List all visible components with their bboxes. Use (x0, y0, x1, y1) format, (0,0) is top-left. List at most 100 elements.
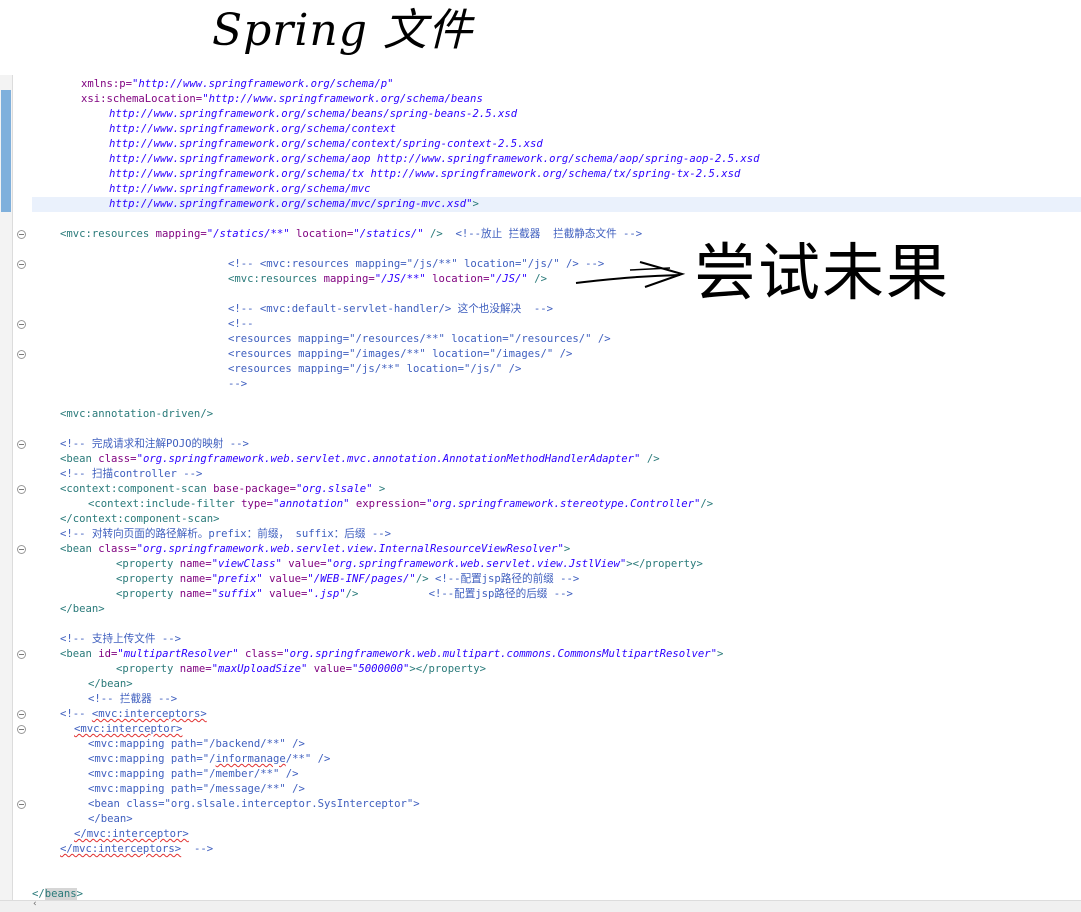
horizontal-scrollbar[interactable]: ‹ (0, 899, 1081, 912)
code-line[interactable]: http://www.springframework.org/schema/ao… (32, 152, 1081, 167)
code-line[interactable]: <bean id="multipartResolver" class="org.… (32, 647, 1081, 662)
code-line[interactable]: <context:include-filter type="annotation… (32, 497, 1081, 512)
code-token: http://www.springframework.org/schema/co… (109, 138, 543, 150)
code-token: mapping= (155, 228, 207, 240)
code-line[interactable] (32, 872, 1081, 887)
code-line[interactable]: <bean class="org.springframework.web.ser… (32, 542, 1081, 557)
code-token: <!--放止 拦截器 拦截静态文件 --> (455, 228, 643, 240)
code-token: http://www.springframework.org/schema/tx… (109, 168, 741, 180)
code-token: <bean (60, 453, 99, 465)
code-line[interactable]: <mvc:annotation-driven/> (32, 407, 1081, 422)
ruler-selection-marker (1, 90, 11, 212)
code-line[interactable]: <resources mapping="/js/**" location="/j… (32, 362, 1081, 377)
code-line[interactable]: <mvc:interceptor> (32, 722, 1081, 737)
code-line[interactable]: http://www.springframework.org/schema/mv… (32, 182, 1081, 197)
code-line[interactable] (32, 287, 1081, 302)
code-token: location= (432, 273, 490, 285)
fold-toggle-icon[interactable] (17, 650, 26, 659)
code-line[interactable]: <!-- <mvc:interceptors> (32, 707, 1081, 722)
code-line[interactable]: <mvc:mapping path="/message/**" /> (32, 782, 1081, 797)
code-token: <!-- <mvc:default-servlet-handler/> 这个也没… (228, 303, 554, 315)
code-token: class= (98, 543, 137, 555)
fold-toggle-icon[interactable] (17, 230, 26, 239)
code-line[interactable]: <!-- 支持上传文件 --> (32, 632, 1081, 647)
code-token: <!--配置jsp路径的前缀 --> (434, 573, 580, 585)
code-line[interactable]: <bean class="org.slsale.interceptor.SysI… (32, 797, 1081, 812)
code-line[interactable]: <mvc:resources mapping="/JS/**" location… (32, 272, 1081, 287)
code-line[interactable]: http://www.springframework.org/schema/mv… (32, 197, 1081, 212)
code-token: <!-- (60, 708, 92, 720)
code-token: <context:include-filter (88, 498, 242, 510)
code-line[interactable]: <property name="viewClass" value="org.sp… (32, 557, 1081, 572)
code-line[interactable]: <property name="suffix" value=".jsp"/> <… (32, 587, 1081, 602)
code-line[interactable]: <property name="maxUploadSize" value="50… (32, 662, 1081, 677)
fold-toggle-icon[interactable] (17, 350, 26, 359)
code-line[interactable]: http://www.springframework.org/schema/co… (32, 122, 1081, 137)
fold-toggle-icon[interactable] (17, 320, 26, 329)
code-line[interactable]: </bean> (32, 677, 1081, 692)
code-line[interactable]: <!-- 拦截器 --> (32, 692, 1081, 707)
scroll-left-arrow-icon[interactable]: ‹ (33, 899, 37, 909)
code-line[interactable]: xmlns:p="http://www.springframework.org/… (32, 77, 1081, 92)
fold-toggle-icon[interactable] (17, 440, 26, 449)
fold-gutter (13, 75, 31, 911)
code-token: <property (116, 663, 180, 675)
code-token: xsi:schemaLocation= (81, 93, 203, 105)
code-line[interactable]: <!-- 扫描controller --> (32, 467, 1081, 482)
code-token: class= (245, 648, 284, 660)
code-token: ></property> (409, 663, 486, 675)
code-line[interactable]: --> (32, 377, 1081, 392)
fold-toggle-icon[interactable] (17, 710, 26, 719)
code-token: <mvc:mapping path="/message/**" /> (88, 783, 305, 795)
code-token: name= (179, 663, 212, 675)
code-line[interactable] (32, 857, 1081, 872)
code-token: /> (345, 588, 359, 600)
code-line[interactable] (32, 422, 1081, 437)
code-line[interactable]: <!-- <mvc:resources mapping="/js/**" loc… (32, 257, 1081, 272)
code-line[interactable] (32, 242, 1081, 257)
code-line[interactable]: <property name="prefix" value="/WEB-INF/… (32, 572, 1081, 587)
code-line[interactable]: <mvc:mapping path="/member/**" /> (32, 767, 1081, 782)
code-token: /> (640, 453, 660, 465)
code-token: <context:component-scan (60, 483, 214, 495)
code-token: "/statics/**" (206, 228, 290, 240)
code-line[interactable]: </bean> (32, 812, 1081, 827)
code-token: > (76, 888, 84, 900)
code-line[interactable]: <resources mapping="/images/**" location… (32, 347, 1081, 362)
code-token: location= (296, 228, 354, 240)
code-token: beans (44, 888, 77, 900)
fold-toggle-icon[interactable] (17, 545, 26, 554)
code-line[interactable]: http://www.springframework.org/schema/be… (32, 107, 1081, 122)
fold-toggle-icon[interactable] (17, 485, 26, 494)
code-line[interactable]: http://www.springframework.org/schema/co… (32, 137, 1081, 152)
code-line[interactable]: <mvc:mapping path="/backend/**" /> (32, 737, 1081, 752)
code-line[interactable]: </bean> (32, 602, 1081, 617)
code-line[interactable]: </mvc:interceptors> --> (32, 842, 1081, 857)
code-token: </mvc:interceptor> (74, 828, 189, 840)
code-editor[interactable]: xmlns:p="http://www.springframework.org/… (0, 75, 1081, 912)
code-line[interactable]: <resources mapping="/resources/**" locat… (32, 332, 1081, 347)
code-line[interactable]: <context:component-scan base-package="or… (32, 482, 1081, 497)
code-line[interactable]: <bean class="org.springframework.web.ser… (32, 452, 1081, 467)
code-line[interactable]: <!-- (32, 317, 1081, 332)
fold-toggle-icon[interactable] (17, 800, 26, 809)
code-line[interactable] (32, 392, 1081, 407)
code-token: > (563, 543, 571, 555)
code-line[interactable]: <mvc:resources mapping="/statics/**" loc… (32, 227, 1081, 242)
code-line[interactable]: <mvc:mapping path="/informanage/**" /> (32, 752, 1081, 767)
code-line[interactable] (32, 617, 1081, 632)
code-line[interactable]: </context:component-scan> (32, 512, 1081, 527)
code-line[interactable]: <!-- 完成请求和注解POJO的映射 --> (32, 437, 1081, 452)
code-line[interactable]: <!-- <mvc:default-servlet-handler/> 这个也没… (32, 302, 1081, 317)
code-line[interactable]: </mvc:interceptor> (32, 827, 1081, 842)
fold-toggle-icon[interactable] (17, 260, 26, 269)
code-line[interactable]: <!-- 对转向页面的路径解析。prefix：前缀， suffix：后缀 --> (32, 527, 1081, 542)
fold-toggle-icon[interactable] (17, 725, 26, 734)
code-token: name= (179, 558, 212, 570)
code-line[interactable] (32, 212, 1081, 227)
code-token: mapping= (323, 273, 375, 285)
code-line[interactable]: xsi:schemaLocation="http://www.springfra… (32, 92, 1081, 107)
code-line[interactable]: http://www.springframework.org/schema/tx… (32, 167, 1081, 182)
code-token: <resources mapping="/resources/**" locat… (228, 333, 611, 345)
